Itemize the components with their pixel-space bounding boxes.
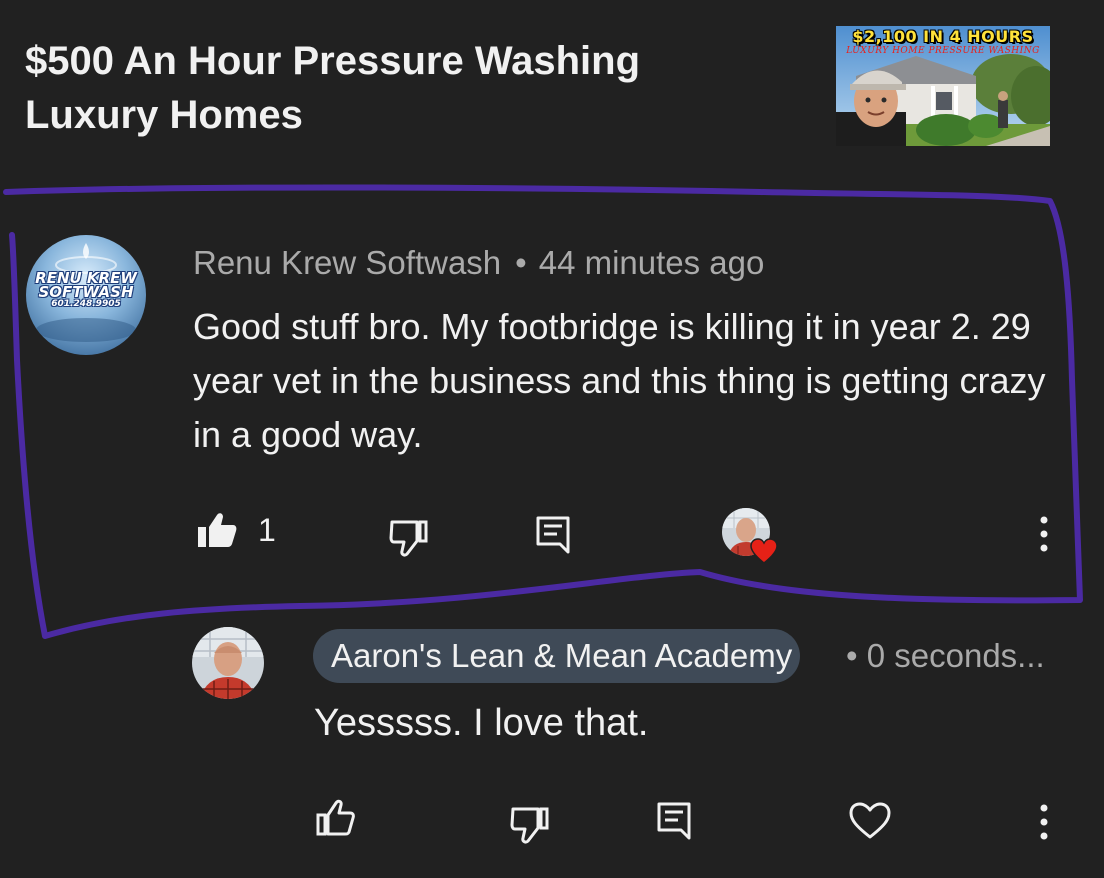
reply-meta-separator: • — [846, 637, 858, 674]
creator-heart — [722, 508, 778, 570]
video-thumbnail[interactable]: $2,100 IN 4 HOURS LUXURY HOME PRESSURE W… — [836, 26, 1050, 146]
more-vertical-icon — [1040, 516, 1048, 552]
reply-timestamp[interactable]: 0 seconds... — [867, 637, 1045, 674]
thumbs-down-icon — [510, 807, 549, 844]
commenter-avatar[interactable]: RENU KREW SOFTWASH 601.248.9905 — [26, 235, 146, 355]
reply-dislike-button[interactable] — [510, 806, 550, 849]
more-vertical-icon — [1040, 804, 1048, 840]
comment-meta: Renu Krew Softwash • 44 minutes ago — [193, 241, 764, 285]
reply-author-chip[interactable]: Aaron's Lean & Mean Academy — [313, 629, 801, 683]
comment-text: Good stuff bro. My footbridge is killing… — [193, 306, 1046, 455]
like-count: 1 — [258, 512, 276, 548]
thumbs-up-icon — [316, 799, 355, 836]
comment-timestamp[interactable]: 44 minutes ago — [539, 244, 765, 281]
reply-reply-button[interactable] — [656, 801, 692, 846]
creator-heart-icon — [750, 538, 778, 564]
like-button[interactable] — [197, 512, 237, 553]
thumbnail-title: $2,100 IN 4 HOURS — [852, 27, 1034, 46]
video-title[interactable]: $500 An Hour Pressure Washing Luxury Hom… — [25, 34, 725, 142]
dislike-button[interactable] — [389, 519, 429, 562]
heart-outline-icon — [849, 802, 891, 839]
reply-more-button[interactable] — [1036, 802, 1052, 847]
reply-avatar-image — [192, 627, 264, 699]
avatar-logo-line2: SOFTWASH — [38, 283, 134, 301]
meta-separator: • — [515, 244, 527, 281]
reply-text: Yesssss. I love that. — [314, 702, 649, 744]
comment-author[interactable]: Renu Krew Softwash — [193, 244, 501, 281]
reply-icon — [536, 516, 570, 554]
commenter-avatar-logo: RENU KREW SOFTWASH 601.248.9905 — [26, 271, 146, 310]
reply-icon — [657, 802, 691, 840]
reply-button[interactable] — [535, 515, 571, 560]
thumbs-up-filled-icon — [198, 513, 237, 547]
reply-like-button[interactable] — [316, 799, 356, 842]
thumbs-down-icon — [389, 520, 428, 557]
thumbnail-subtitle: LUXURY HOME PRESSURE WASHING — [846, 46, 1040, 56]
reply-author: Aaron's Lean & Mean Academy — [331, 637, 793, 674]
reply-avatar[interactable] — [192, 627, 264, 699]
reply-meta: • 0 seconds... — [846, 629, 1045, 683]
reply-heart-button[interactable] — [849, 802, 891, 845]
comment-more-button[interactable] — [1036, 514, 1052, 559]
